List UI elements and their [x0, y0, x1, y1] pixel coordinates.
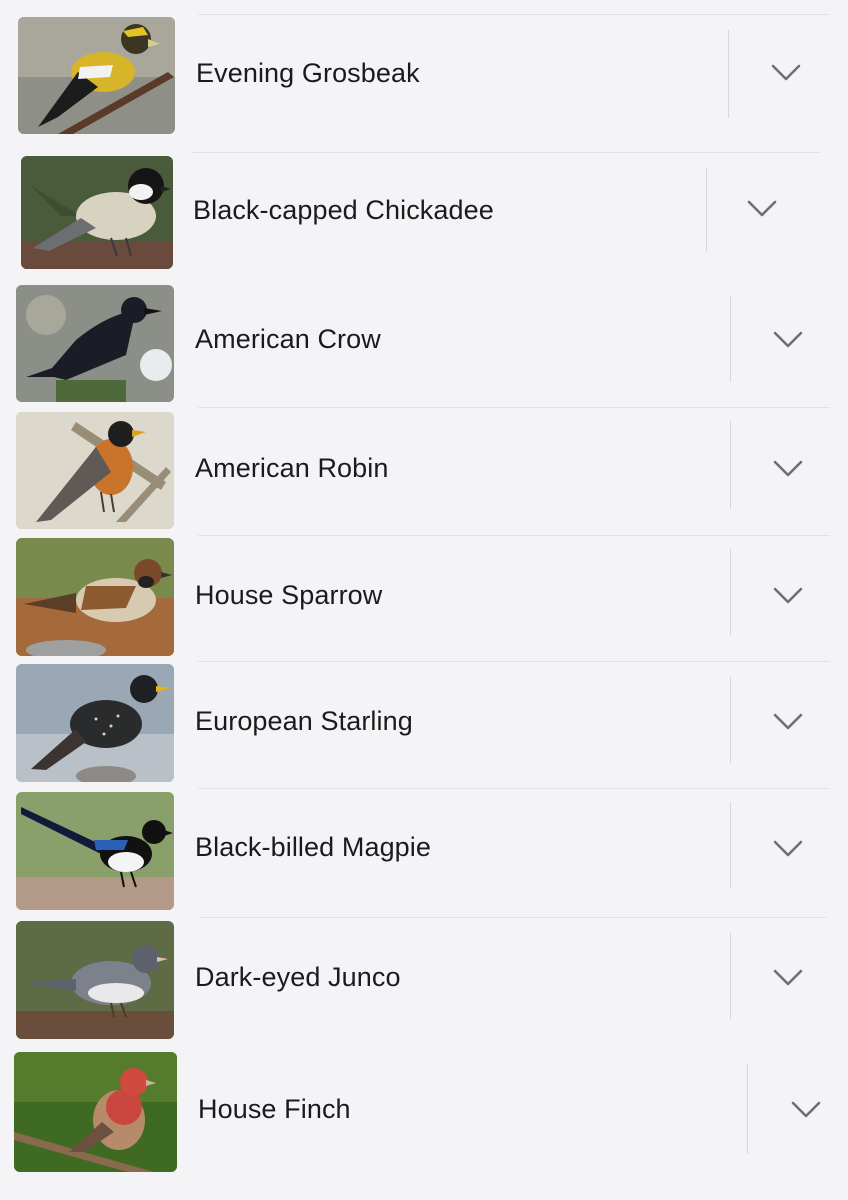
row-separator — [730, 421, 731, 509]
house-sparrow-photo — [16, 538, 174, 656]
chevron-down-icon[interactable] — [771, 579, 805, 613]
bird-row-european-starling[interactable]: European Starling — [0, 661, 848, 787]
european-starling-photo — [16, 664, 174, 782]
row-separator — [728, 30, 729, 118]
bird-name: European Starling — [195, 706, 413, 736]
chevron-down-icon[interactable] — [789, 1093, 823, 1127]
chevron-down-icon[interactable] — [769, 56, 803, 90]
row-divider — [198, 14, 830, 15]
row-separator — [730, 549, 731, 635]
dark-eyed-junco-photo — [16, 921, 174, 1039]
bird-row-house-sparrow[interactable]: House Sparrow — [0, 535, 848, 659]
bird-row-american-crow[interactable]: American Crow — [0, 282, 848, 406]
american-crow-photo — [16, 285, 174, 402]
row-separator — [730, 802, 731, 888]
row-divider — [198, 661, 830, 662]
bird-name: Dark-eyed Junco — [195, 962, 401, 992]
black-billed-magpie-photo — [16, 792, 174, 910]
row-separator — [747, 1064, 748, 1154]
house-finch-photo — [14, 1052, 177, 1172]
row-divider — [200, 917, 826, 918]
row-separator — [730, 933, 731, 1019]
bird-list: Evening Grosbeak Black-capped Chickadee — [0, 0, 848, 1200]
chevron-down-icon[interactable] — [745, 192, 779, 226]
evening-grosbeak-photo — [18, 17, 175, 134]
row-divider — [198, 788, 830, 789]
chevron-down-icon[interactable] — [771, 832, 805, 866]
row-separator — [730, 296, 731, 382]
bird-name: House Sparrow — [195, 580, 383, 610]
bird-row-house-finch[interactable]: House Finch — [0, 1046, 848, 1182]
bird-row-black-billed-magpie[interactable]: Black-billed Magpie — [0, 788, 848, 916]
chevron-down-icon[interactable] — [771, 961, 805, 995]
row-divider — [198, 535, 830, 536]
bird-name: American Crow — [195, 324, 381, 354]
black-capped-chickadee-photo — [21, 156, 173, 269]
chevron-down-icon[interactable] — [771, 452, 805, 486]
bird-row-american-robin[interactable]: American Robin — [0, 407, 848, 533]
bird-name: American Robin — [195, 453, 389, 483]
bird-name: House Finch — [198, 1094, 351, 1124]
chevron-down-icon[interactable] — [771, 705, 805, 739]
chevron-down-icon[interactable] — [771, 323, 805, 357]
bird-row-evening-grosbeak[interactable]: Evening Grosbeak — [0, 14, 848, 134]
american-robin-photo — [16, 412, 174, 529]
bird-name: Evening Grosbeak — [196, 58, 420, 88]
bird-name: Black-billed Magpie — [195, 832, 432, 862]
bird-row-black-capped-chickadee[interactable]: Black-capped Chickadee — [0, 152, 848, 270]
bird-row-dark-eyed-junco[interactable]: Dark-eyed Junco — [0, 917, 848, 1043]
row-separator — [706, 168, 707, 252]
row-divider — [198, 407, 830, 408]
row-divider — [192, 152, 820, 153]
bird-name: Black-capped Chickadee — [193, 195, 494, 225]
row-separator — [730, 677, 731, 763]
